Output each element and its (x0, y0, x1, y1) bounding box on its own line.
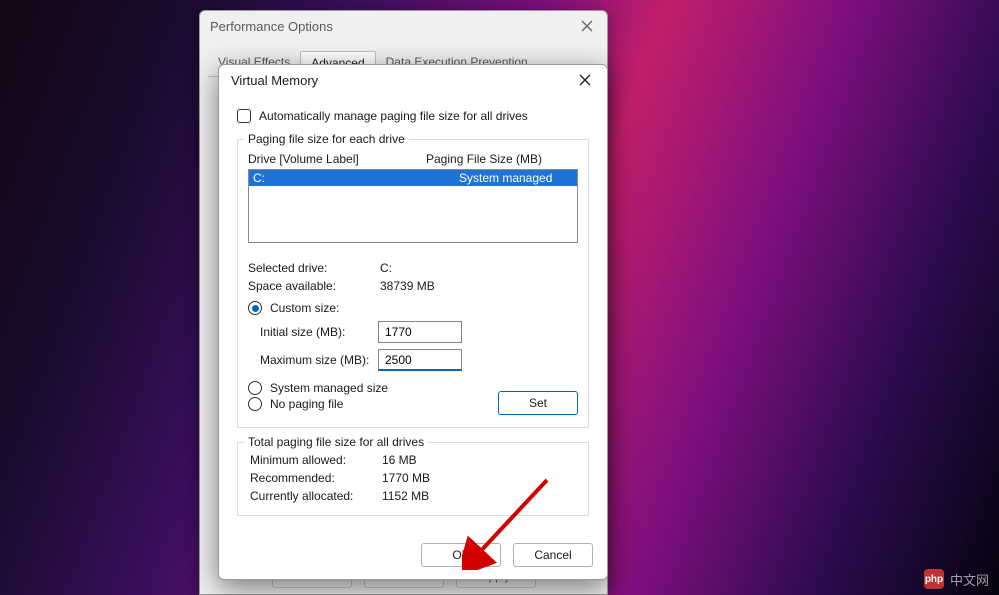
maximum-size-row: Maximum size (MB): (260, 349, 578, 371)
selected-drive-value: C: (380, 259, 578, 277)
no-paging-label: No paging file (270, 397, 343, 411)
watermark-badge: php (924, 569, 944, 589)
custom-size-radio-row: Custom size: (248, 301, 578, 315)
virtual-memory-dialog: Virtual Memory Automatically manage pagi… (218, 64, 608, 580)
space-available-value: 38739 MB (380, 277, 578, 295)
watermark: php 中文网 (924, 569, 989, 589)
dialog-button-row: OK Cancel (219, 533, 607, 579)
col-size-header: Paging File Size (MB) (426, 152, 578, 166)
ok-button[interactable]: OK (421, 543, 501, 567)
cancel-button[interactable]: Cancel (513, 543, 593, 567)
watermark-text: 中文网 (950, 570, 989, 589)
dialog-title-text: Virtual Memory (231, 73, 318, 88)
recommended-value: 1770 MB (382, 469, 576, 487)
drive-listbox[interactable]: C: System managed (248, 169, 578, 243)
initial-size-label: Initial size (MB): (260, 325, 370, 339)
min-allowed-value: 16 MB (382, 451, 576, 469)
dialog-close-button[interactable] (575, 70, 595, 90)
total-group: Total paging file size for all drives Mi… (237, 442, 589, 516)
close-icon (578, 73, 592, 87)
dialog-titlebar: Virtual Memory (219, 65, 607, 95)
auto-manage-row: Automatically manage paging file size fo… (237, 109, 589, 123)
custom-size-label: Custom size: (270, 301, 339, 315)
set-button[interactable]: Set (498, 391, 578, 415)
parent-title-text: Performance Options (210, 19, 333, 34)
drive-group: Paging file size for each drive Drive [V… (237, 139, 589, 428)
close-icon (580, 19, 594, 33)
drive-group-title: Paging file size for each drive (244, 132, 409, 146)
recommended-label: Recommended: (250, 469, 382, 487)
initial-size-input[interactable] (378, 321, 462, 343)
drive-list-header: Drive [Volume Label] Paging File Size (M… (248, 152, 578, 166)
drive-cell-drive: C: (253, 171, 459, 185)
min-allowed-row: Minimum allowed: 16 MB (250, 451, 576, 469)
system-managed-label: System managed size (270, 381, 388, 395)
custom-size-radio[interactable] (248, 301, 262, 315)
min-allowed-label: Minimum allowed: (250, 451, 382, 469)
selected-drive-label: Selected drive: (248, 259, 380, 277)
maximum-size-input[interactable] (378, 349, 462, 371)
currently-allocated-value: 1152 MB (382, 487, 576, 505)
no-paging-radio[interactable] (248, 397, 262, 411)
total-group-title: Total paging file size for all drives (244, 435, 428, 449)
currently-allocated-label: Currently allocated: (250, 487, 382, 505)
drive-list-row-c[interactable]: C: System managed (249, 170, 577, 186)
initial-size-row: Initial size (MB): (260, 321, 578, 343)
drive-cell-size: System managed (459, 171, 573, 185)
parent-close-button[interactable] (577, 16, 597, 36)
selected-drive-row: Selected drive: C: (248, 259, 578, 277)
recommended-row: Recommended: 1770 MB (250, 469, 576, 487)
auto-manage-checkbox[interactable] (237, 109, 251, 123)
maximum-size-label: Maximum size (MB): (260, 353, 370, 367)
parent-titlebar: Performance Options (200, 11, 607, 41)
col-drive-header: Drive [Volume Label] (248, 152, 426, 166)
auto-manage-label: Automatically manage paging file size fo… (259, 109, 528, 123)
system-managed-radio[interactable] (248, 381, 262, 395)
dialog-content: Automatically manage paging file size fo… (219, 95, 607, 533)
space-available-row: Space available: 38739 MB (248, 277, 578, 295)
currently-allocated-row: Currently allocated: 1152 MB (250, 487, 576, 505)
space-available-label: Space available: (248, 277, 380, 295)
